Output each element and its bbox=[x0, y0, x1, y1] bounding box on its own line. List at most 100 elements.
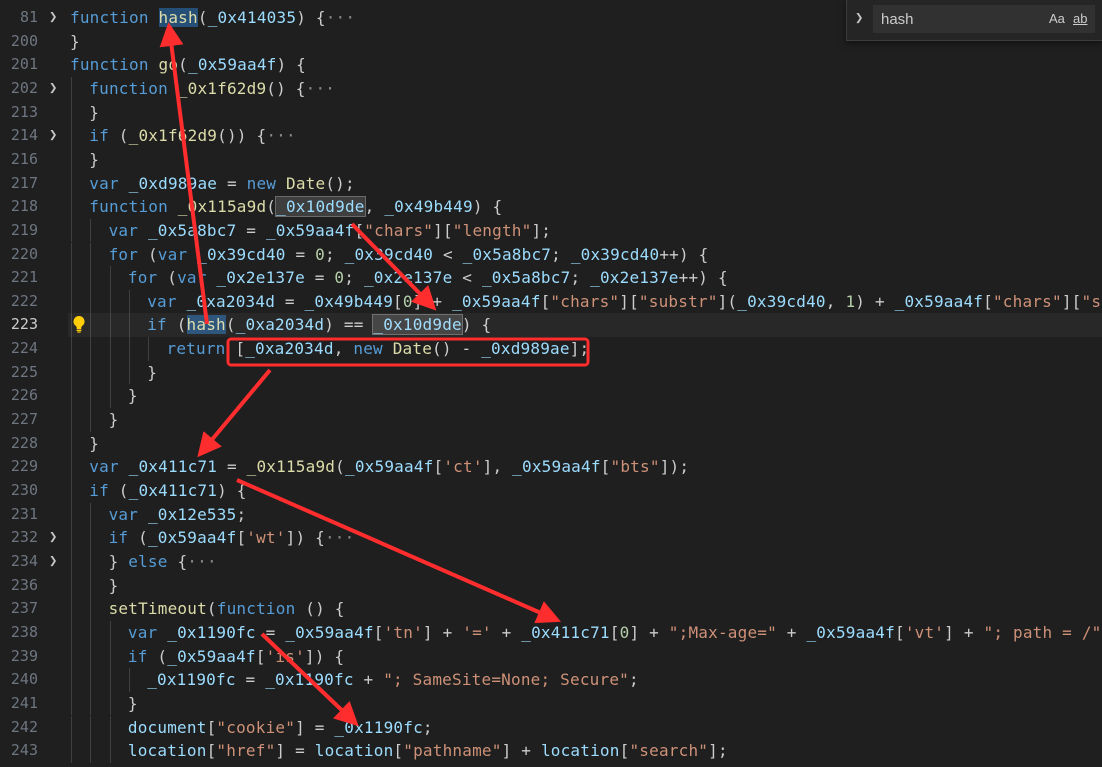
code-text[interactable]: for (var _0x39cd40 = 0; _0x39cd40 < _0x5… bbox=[109, 243, 709, 267]
indent-guide bbox=[109, 644, 111, 669]
code-text[interactable]: var _0x411c71 = _0x115a9d(_0x59aa4f['ct'… bbox=[89, 455, 689, 479]
folded-ellipsis: ··· bbox=[187, 551, 217, 571]
code-line[interactable]: 202 ❯ function _0x1f62d9() {··· bbox=[0, 76, 1102, 101]
code-line[interactable]: 220 for (var _0x39cd40 = 0; _0x39cd40 < _… bbox=[0, 242, 1102, 267]
line-number: 238 bbox=[10, 622, 38, 641]
code-token: + bbox=[776, 622, 807, 642]
code-token: () { bbox=[305, 599, 345, 619]
code-line[interactable]: 243 location["href"] = location["pathname… bbox=[0, 739, 1102, 763]
code-line[interactable]: 224 return [_0xa2034d, new Date() - _0xd9… bbox=[0, 337, 1102, 361]
code-line[interactable]: 239 if (_0x59aa4f['is']) { bbox=[0, 644, 1102, 669]
code-line[interactable]: 219 var _0x5a8bc7 = _0x59aa4f["chars"]["l… bbox=[0, 218, 1102, 243]
code-text[interactable]: if (_0x411c71) { bbox=[89, 479, 246, 503]
code-token: } bbox=[147, 362, 158, 382]
fold-chevron-icon[interactable]: ❯ bbox=[49, 526, 59, 549]
code-text[interactable]: } bbox=[109, 574, 119, 598]
code-token: _0x5a8bc7 bbox=[147, 220, 237, 240]
code-line[interactable]: 213} bbox=[0, 100, 1102, 125]
match-case-toggle[interactable]: Aa bbox=[1049, 11, 1065, 26]
code-text[interactable]: function hash(_0x414035) {··· bbox=[70, 6, 355, 30]
code-text[interactable]: _0x1190fc = _0x1190fc + "; SameSite=None… bbox=[147, 668, 639, 692]
code-text[interactable]: document["cookie"] = _0x1190fc; bbox=[128, 716, 433, 740]
code-line[interactable]: 216} bbox=[0, 147, 1102, 172]
code-line[interactable]: 229 var _0x411c71 = _0x115a9d(_0x59aa4f['… bbox=[0, 455, 1102, 479]
code-line[interactable]: 237 setTimeout(function () { bbox=[0, 597, 1102, 621]
code-token: } bbox=[127, 693, 138, 713]
line-number: 241 bbox=[10, 693, 38, 712]
code-token: ( bbox=[178, 55, 189, 75]
code-text[interactable]: } bbox=[89, 148, 99, 172]
code-text[interactable]: } else {··· bbox=[109, 550, 217, 574]
code-text[interactable]: } bbox=[89, 432, 99, 456]
code-text[interactable]: if (hash(_0xa2034d) == _0x10d9de) { bbox=[147, 313, 491, 337]
code-line[interactable]: 223 if (hash(_0xa2034d) == _0x10d9de) { bbox=[0, 313, 1102, 338]
code-text[interactable]: } bbox=[147, 361, 157, 385]
indent-guide bbox=[90, 597, 92, 621]
code-line[interactable]: 230 if (_0x411c71) { bbox=[0, 479, 1102, 503]
code-token: ]; bbox=[569, 339, 590, 359]
code-line[interactable]: 242 document["cookie"] = _0x1190fc; bbox=[0, 715, 1102, 740]
code-text[interactable]: location["href"] = location["pathname"] … bbox=[128, 739, 728, 763]
code-text[interactable]: } bbox=[70, 30, 80, 54]
code-line[interactable]: 238 var _0x1190fc = _0x59aa4f['tn'] + '='… bbox=[0, 620, 1102, 645]
indent-guide bbox=[109, 266, 111, 290]
code-text[interactable]: } bbox=[89, 101, 99, 125]
code-line[interactable]: 218 function _0x115a9d(_0x10d9de, _0x49b4… bbox=[0, 195, 1102, 219]
code-token: "subs bbox=[1081, 291, 1102, 311]
code-line[interactable]: 214 ❯ if (_0x1f62d9()) {··· bbox=[0, 124, 1102, 148]
code-text[interactable]: if (_0x59aa4f['is']) { bbox=[128, 645, 344, 669]
code-line[interactable]: 222 var _0xa2034d = _0x49b449[0] + _0x59a… bbox=[0, 289, 1102, 314]
code-token: ]; bbox=[708, 741, 728, 761]
code-text[interactable]: var _0x5a8bc7 = _0x59aa4f["chars"]["leng… bbox=[109, 219, 552, 243]
fold-chevron-icon[interactable]: ❯ bbox=[49, 77, 59, 100]
code-text[interactable]: function _0x1f62d9() {··· bbox=[89, 77, 335, 101]
code-line[interactable]: 226} bbox=[0, 384, 1102, 409]
code-token: = bbox=[304, 268, 335, 288]
code-line[interactable]: 225} bbox=[0, 360, 1102, 385]
code-token: for bbox=[127, 268, 168, 288]
code-text[interactable]: function go(_0x59aa4f) { bbox=[70, 53, 306, 77]
fold-chevron-icon[interactable]: ❯ bbox=[49, 550, 59, 573]
code-line[interactable]: 217 var _0xd989ae = new Date(); bbox=[0, 171, 1102, 196]
indent-guide bbox=[71, 171, 72, 196]
code-text[interactable]: var _0x12e535; bbox=[109, 503, 247, 527]
code-text[interactable]: for (var _0x2e137e = 0; _0x2e137e < _0x5… bbox=[128, 266, 728, 290]
code-line[interactable]: 236} bbox=[0, 573, 1102, 598]
code-token: _0x59aa4f bbox=[188, 55, 277, 75]
code-text[interactable]: } bbox=[128, 384, 138, 408]
code-token: = bbox=[217, 457, 247, 477]
code-text[interactable]: var _0x1190fc = _0x59aa4f['tn'] + '=' + … bbox=[128, 621, 1102, 645]
line-number: 214 bbox=[10, 126, 38, 145]
code-text[interactable]: return [_0xa2034d, new Date() - _0xd989a… bbox=[167, 337, 590, 361]
code-line[interactable]: 221 for (var _0x2e137e = 0; _0x2e137e < _… bbox=[0, 266, 1102, 290]
code-token: "cookie" bbox=[216, 717, 296, 737]
code-line[interactable]: 201 function go(_0x59aa4f) { bbox=[0, 53, 1102, 77]
code-line[interactable]: 227} bbox=[0, 408, 1102, 432]
code-text[interactable]: if (_0x59aa4f['wt']) {··· bbox=[109, 526, 355, 550]
code-line[interactable]: 234 ❯} else {··· bbox=[0, 549, 1102, 574]
line-number: 240 bbox=[10, 670, 38, 689]
match-whole-word-toggle[interactable]: ab bbox=[1073, 11, 1087, 26]
code-text[interactable]: function _0x115a9d(_0x10d9de, _0x49b449)… bbox=[89, 195, 502, 219]
fold-chevron-icon[interactable]: ❯ bbox=[49, 6, 59, 29]
code-line[interactable]: 241} bbox=[0, 691, 1102, 716]
code-line[interactable]: 231 var _0x12e535; bbox=[0, 502, 1102, 527]
code-line[interactable]: 240 _0x1190fc = _0x1190fc + "; SameSite=N… bbox=[0, 668, 1102, 692]
code-line[interactable]: 228} bbox=[0, 431, 1102, 456]
code-token: [ bbox=[894, 622, 905, 642]
code-text[interactable]: var _0xa2034d = _0x49b449[0] + _0x59aa4f… bbox=[147, 290, 1102, 314]
code-text[interactable]: if (_0x1f62d9()) {··· bbox=[89, 124, 296, 148]
code-token: "bts" bbox=[610, 457, 660, 477]
code-text[interactable]: } bbox=[109, 408, 119, 432]
code-token: "search" bbox=[629, 741, 709, 761]
code-text[interactable]: setTimeout(function () { bbox=[109, 597, 345, 621]
code-token: if bbox=[89, 126, 119, 146]
code-line[interactable]: 232 ❯ if (_0x59aa4f['wt']) {··· bbox=[0, 526, 1102, 550]
code-editor[interactable]: 81 ❯ function hash(_0x414035) {··· 200} 201 f… bbox=[0, 0, 1102, 767]
fold-chevron-icon[interactable]: ❯ bbox=[49, 124, 59, 147]
code-text[interactable]: var _0xd989ae = new Date(); bbox=[89, 172, 355, 196]
code-token: for bbox=[108, 244, 148, 264]
code-text[interactable]: } bbox=[128, 692, 138, 716]
indent-guide bbox=[109, 739, 111, 763]
toggle-replace-chevron-icon[interactable]: ❯ bbox=[855, 10, 863, 26]
